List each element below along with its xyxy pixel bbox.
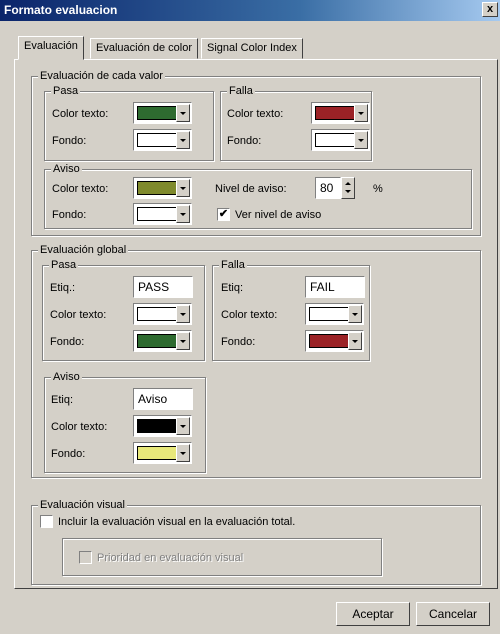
title-bar: Formato evaluacion x [0, 0, 500, 21]
chevron-down-icon[interactable] [176, 444, 190, 462]
background-color-picker[interactable] [305, 330, 364, 352]
tab-evaluacion-color[interactable]: Evaluación de color [90, 38, 199, 59]
text-color-picker[interactable] [133, 102, 192, 124]
group-visual: Evaluación visual Incluir la evaluación … [31, 498, 481, 585]
group-legend: Pasa [51, 84, 81, 98]
show-warning-level-checkbox[interactable]: ✔ [217, 208, 230, 221]
chevron-down-icon[interactable] [176, 179, 190, 197]
warning-level-input[interactable]: 80 [315, 177, 341, 199]
text-color-label: Color texto: [227, 108, 284, 120]
text-color-label: Color texto: [50, 309, 107, 321]
color-swatch [315, 106, 355, 120]
group-legend: Aviso [51, 370, 82, 384]
tab-label: Evaluación de color [96, 42, 193, 54]
group-legend: Evaluación visual [38, 498, 127, 512]
group-global-warn: Aviso Etiq: Aviso Color texto: Fondo: [44, 370, 206, 473]
group-global-fail: Falla Etiq: FAIL Color texto: Fondo: [212, 258, 370, 361]
text-color-picker[interactable] [311, 102, 370, 124]
color-swatch [309, 307, 349, 321]
cancel-button[interactable]: Cancelar [416, 602, 490, 626]
group-global-pass: Pasa Etiq.: PASS Color texto: Fondo: [42, 258, 205, 361]
background-label: Fondo: [52, 209, 87, 221]
dialog-window: Formato evaluacion x Evaluación Evaluaci… [0, 0, 500, 634]
tab-label: Evaluación [24, 40, 78, 52]
chevron-down-icon[interactable] [176, 104, 190, 122]
warning-level-label: Nivel de aviso: [215, 183, 287, 195]
color-swatch [137, 446, 177, 460]
background-color-picker[interactable] [311, 129, 370, 151]
chevron-down-icon[interactable] [348, 332, 362, 350]
background-color-picker[interactable] [133, 203, 192, 225]
color-swatch [309, 334, 349, 348]
text-color-label: Color texto: [52, 108, 109, 120]
group-visual-priority: Prioridad en evaluación visual [62, 538, 382, 576]
background-label: Fondo: [52, 135, 87, 147]
text-color-label: Color texto: [51, 421, 108, 433]
text-color-picker[interactable] [133, 177, 192, 199]
tag-input[interactable]: Aviso [133, 388, 193, 410]
percent-unit-label: % [373, 183, 383, 195]
text-color-picker[interactable] [305, 303, 364, 325]
chevron-down-icon[interactable] [348, 305, 362, 323]
tab-panel: Evaluación de cada valor Pasa Color text… [14, 59, 498, 589]
background-color-picker[interactable] [133, 129, 192, 151]
priority-visual-label: Prioridad en evaluación visual [97, 552, 244, 564]
group-legend: Evaluación global [38, 243, 129, 257]
chevron-down-icon[interactable] [354, 131, 368, 149]
color-swatch [137, 106, 177, 120]
background-label: Fondo: [50, 336, 85, 348]
priority-visual-checkbox[interactable] [79, 551, 92, 564]
tab-evaluacion[interactable]: Evaluación [18, 36, 84, 60]
chevron-down-icon[interactable] [176, 305, 190, 323]
text-color-label: Color texto: [221, 309, 278, 321]
background-label: Fondo: [51, 448, 86, 460]
chevron-down-icon[interactable] [354, 104, 368, 122]
color-swatch [137, 419, 177, 433]
tab-label: Signal Color Index [207, 42, 297, 54]
group-each-pass: Pasa Color texto: Fondo: [44, 84, 214, 161]
group-each-fail: Falla Color texto: Fondo: [220, 84, 372, 161]
text-color-label: Color texto: [52, 183, 109, 195]
group-legend: Falla [227, 84, 255, 98]
background-color-picker[interactable] [133, 330, 192, 352]
group-each-warn: Aviso Color texto: Fondo: Nivel de aviso… [44, 162, 472, 229]
background-label: Fondo: [221, 336, 256, 348]
text-color-picker[interactable] [133, 415, 192, 437]
chevron-down-icon[interactable] [176, 205, 190, 223]
include-visual-checkbox[interactable] [40, 515, 53, 528]
color-swatch [137, 207, 177, 221]
warning-level-spinner[interactable] [341, 177, 355, 199]
chevron-down-icon[interactable] [176, 332, 190, 350]
tag-input[interactable]: FAIL [305, 276, 365, 298]
ok-button[interactable]: Aceptar [336, 602, 410, 626]
group-each-value: Evaluación de cada valor Pasa Color text… [31, 69, 481, 236]
chevron-down-icon[interactable] [176, 131, 190, 149]
background-color-picker[interactable] [133, 442, 192, 464]
window-title: Formato evaluacion [4, 3, 118, 17]
tag-label: Etiq.: [50, 282, 76, 294]
group-global: Evaluación global Pasa Etiq.: PASS Color… [31, 243, 481, 478]
color-swatch [137, 181, 177, 195]
tag-label: Etiq: [51, 394, 74, 406]
color-swatch [315, 133, 355, 147]
chevron-down-icon[interactable] [176, 417, 190, 435]
color-swatch [137, 334, 177, 348]
tag-input[interactable]: PASS [133, 276, 193, 298]
show-warning-level-label: Ver nivel de aviso [235, 209, 322, 221]
close-icon[interactable]: x [482, 2, 498, 17]
color-swatch [137, 307, 177, 321]
color-swatch [137, 133, 177, 147]
include-visual-label: Incluir la evaluación visual en la evalu… [58, 516, 296, 528]
group-legend: Pasa [49, 258, 79, 272]
tab-signal-color-index[interactable]: Signal Color Index [201, 38, 303, 59]
group-legend: Aviso [51, 162, 82, 176]
tag-label: Etiq: [221, 282, 244, 294]
background-label: Fondo: [227, 135, 262, 147]
group-legend: Falla [219, 258, 247, 272]
text-color-picker[interactable] [133, 303, 192, 325]
spin-down-icon[interactable] [345, 190, 351, 193]
group-legend: Evaluación de cada valor [38, 69, 165, 83]
spin-up-icon[interactable] [345, 182, 351, 185]
